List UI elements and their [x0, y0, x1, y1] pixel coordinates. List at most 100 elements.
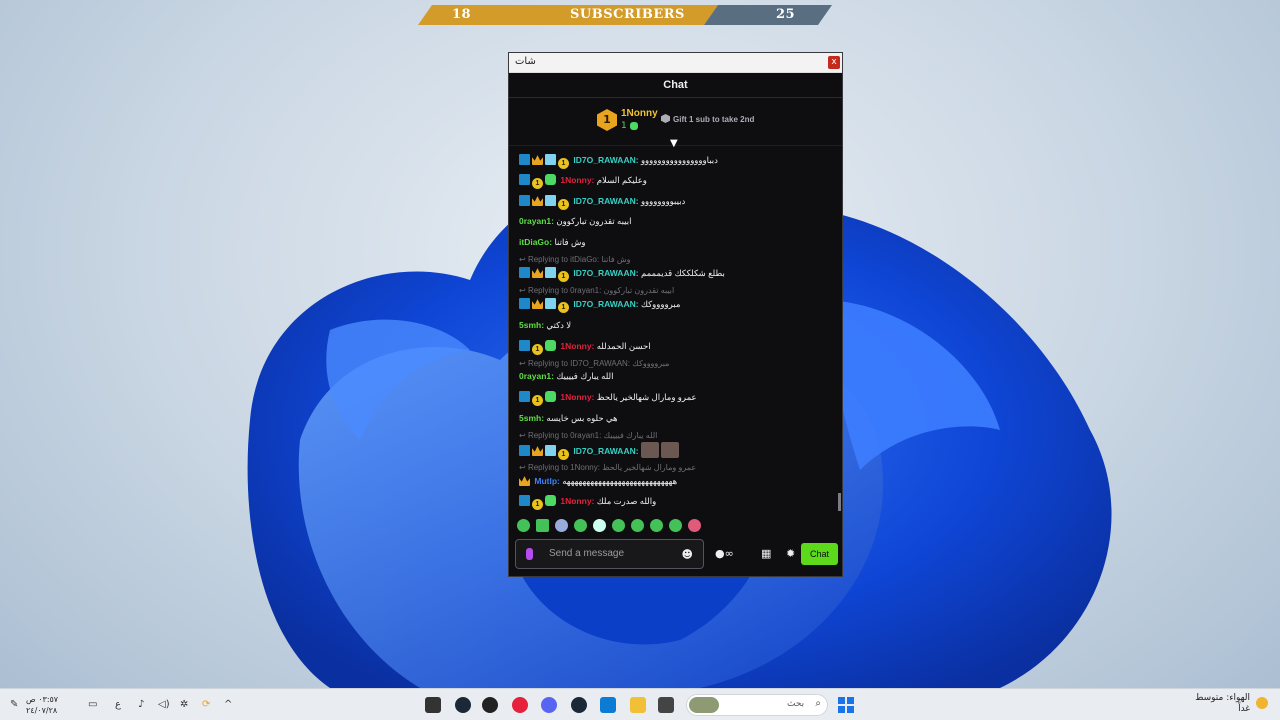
chat-username[interactable]: Mutlp:: [534, 476, 560, 486]
close-button[interactable]: x: [828, 56, 840, 69]
gifter-rank-icon: 1: [558, 302, 569, 313]
chat-username[interactable]: 0rayan1:: [519, 371, 554, 381]
chat-message: 1 1Nonny: والله صدرت ملك: [519, 494, 657, 510]
system-clock[interactable]: ٠٣:٥٧ ص ٢٤/٠٧/٢٨: [26, 694, 58, 716]
chat-scrollbar[interactable]: [838, 493, 841, 511]
clock-date: ٢٤/٠٧/٢٨: [26, 706, 58, 715]
send-chat-button[interactable]: Chat: [801, 543, 838, 565]
clock-time: ٠٣:٥٧ ص: [26, 695, 59, 704]
obs-icon[interactable]: [482, 697, 498, 713]
reply-context[interactable]: ↩ Replying to ID7O_RAWAAN: مبرووووكك: [519, 359, 669, 369]
chat-username[interactable]: ID7O_RAWAAN:: [573, 196, 638, 206]
emote-icon[interactable]: [669, 519, 682, 532]
reply-context[interactable]: ↩ Replying to 1Nonny: عمرو ومارال شهالخي…: [519, 463, 696, 473]
gear-icon[interactable]: ✹: [786, 547, 795, 560]
gifter-rank-icon: 1: [532, 499, 543, 510]
chat-text: والله صدرت ملك: [596, 496, 657, 506]
subscriber-goal-banner: 18 SUBSCRIBERS 25: [418, 5, 832, 25]
bits-icon[interactable]: ●∞: [715, 547, 734, 560]
microphone-icon[interactable]: [526, 548, 533, 560]
chat-username[interactable]: 1Nonny:: [560, 392, 594, 402]
chat-text: لا دكتي: [546, 320, 572, 330]
taskbar-search[interactable]: بحث ⌕: [686, 694, 828, 716]
reply-context[interactable]: ↩ Replying to 0rayan1: الله يبارك فييييك: [519, 431, 657, 441]
steam-alt-icon[interactable]: [571, 697, 587, 713]
chat-username[interactable]: 0rayan1:: [519, 216, 554, 226]
weather-title: الهواء: متوسط: [1195, 693, 1250, 703]
moderator-icon: [519, 340, 530, 351]
emote-icon[interactable]: [593, 519, 606, 532]
windows-start-icon[interactable]: [838, 697, 854, 713]
steam-icon[interactable]: [455, 697, 471, 713]
chat-header-title: Chat: [509, 73, 842, 98]
chat-username[interactable]: ID7O_RAWAAN:: [573, 446, 638, 456]
emote-image: [640, 442, 659, 458]
gift-prompt: Gift 1 sub to take 2nd: [661, 114, 754, 124]
chat-username[interactable]: ID7O_RAWAAN:: [573, 155, 638, 165]
chat-message: 1 1Nonny: وعليكم السلام: [519, 173, 647, 189]
chat-username[interactable]: 1Nonny:: [560, 175, 594, 185]
reply-context[interactable]: ↩ Replying to 0rayan1: ابيبه تقدرون تبار…: [519, 286, 674, 296]
chat-text: دبيبوووووووو: [640, 196, 686, 206]
chat-username[interactable]: 1Nonny:: [560, 341, 594, 351]
notification-icon[interactable]: ✎: [10, 699, 18, 710]
chat-input-placeholder: Send a message: [549, 548, 625, 559]
chat-message: 1 1Nonny: احسن الحمدلله: [519, 339, 651, 355]
crown-icon: [532, 196, 543, 206]
chat-message: itDiaGo: وش فاتنا: [519, 235, 585, 249]
gifter-rank-icon: 1: [558, 158, 569, 169]
chevron-up-icon[interactable]: ^: [224, 699, 232, 710]
chat-message: 5smh: هي حلوه بس خايسه: [519, 411, 618, 425]
emote-icon[interactable]: [555, 519, 568, 532]
windows-taskbar: ٠٣:٥٧ ص ٢٤/٠٧/٢٨ ✎ ▭ ع ♪ ◁) ✲ ⟳ ^ بحث ⌕ …: [0, 688, 1280, 720]
chat-username[interactable]: itDiaGo:: [519, 237, 552, 247]
language-indicator[interactable]: ع: [115, 699, 121, 710]
moderator-icon: [519, 154, 530, 165]
window-title: شات: [515, 56, 536, 67]
chat-message: 1 ID7O_RAWAAN: دبيبوووووووو: [519, 194, 686, 210]
emote-icon[interactable]: [631, 519, 644, 532]
app-window-icon[interactable]: [658, 697, 674, 713]
display-icon[interactable]: ▭: [88, 699, 97, 710]
microphone-tray-icon[interactable]: ♪: [138, 699, 144, 710]
weather-icon[interactable]: [1256, 697, 1268, 709]
weather-widget[interactable]: الهواء: متوسط غداً: [1195, 693, 1250, 715]
store-app-icon[interactable]: [600, 697, 616, 713]
discord-icon[interactable]: [541, 697, 557, 713]
emoji-icon[interactable]: ☻: [682, 548, 693, 561]
gift-icon: [629, 122, 638, 130]
chat-username[interactable]: ID7O_RAWAAN:: [573, 268, 638, 278]
file-explorer-icon[interactable]: [630, 697, 646, 713]
chat-message: 1 ID7O_RAWAAN: مبرووووكك: [519, 297, 680, 313]
chat-username[interactable]: 1Nonny:: [560, 496, 594, 506]
chat-message-list[interactable]: 1 ID7O_RAWAAN: دبباوووووووووووووووو 1 1N…: [519, 148, 835, 516]
reply-context-text: Replying to itDiaGo: وش فاتنا: [527, 255, 631, 264]
moderator-icon: [519, 391, 530, 402]
rank-2-icon: [661, 114, 670, 123]
chat-message-input[interactable]: Send a message ☻: [515, 539, 704, 569]
reply-context-text: Replying to 1Nonny: عمرو ومارال شهالخير …: [527, 463, 697, 472]
chat-username[interactable]: 5smh:: [519, 320, 544, 330]
crown-icon: [532, 446, 543, 456]
volume-icon[interactable]: ◁): [158, 699, 170, 710]
emote-icon[interactable]: [574, 519, 587, 532]
opera-icon[interactable]: [512, 697, 528, 713]
window-titlebar[interactable]: شات x: [509, 53, 842, 73]
top-gifter-count: 1: [621, 121, 640, 131]
chat-message: 0rayan1: ابيبه تقدرون تباركوون: [519, 214, 631, 228]
chat-username[interactable]: ID7O_RAWAAN:: [573, 299, 638, 309]
top-gifter-count-value: 1: [621, 121, 627, 131]
terminal-icon[interactable]: [425, 697, 441, 713]
update-icon[interactable]: ⟳: [202, 699, 210, 710]
chat-username[interactable]: 5smh:: [519, 413, 544, 423]
gift-leaderboard[interactable]: 1 1Nonny 1 Gift 1 sub to take 2nd ▼: [509, 98, 842, 149]
emote-icon[interactable]: [517, 519, 530, 532]
reply-context[interactable]: ↩ Replying to itDiaGo: وش فاتنا: [519, 255, 631, 265]
emote-icon[interactable]: [612, 519, 625, 532]
emote-icon[interactable]: [536, 519, 549, 532]
network-icon[interactable]: ✲: [180, 699, 188, 710]
chat-text: وش فاتنا: [554, 237, 586, 247]
store-icon[interactable]: ▦: [761, 547, 771, 560]
emote-icon[interactable]: [650, 519, 663, 532]
emote-icon[interactable]: [688, 519, 701, 532]
